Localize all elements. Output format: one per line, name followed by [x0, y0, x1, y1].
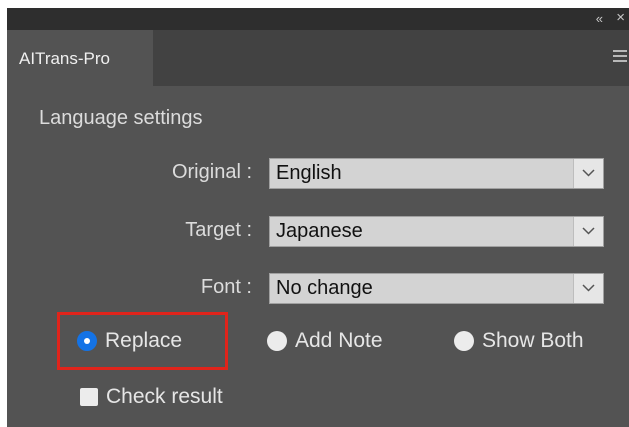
highlight-annotation-box: [57, 312, 228, 370]
check-result-checkbox[interactable]: Check result: [80, 385, 223, 409]
close-icon[interactable]: ×: [616, 9, 625, 26]
radio-show-both[interactable]: Show Both: [454, 329, 584, 353]
chevron-down-icon[interactable]: [573, 217, 603, 246]
collapse-icon[interactable]: «: [596, 11, 603, 26]
radio-unselected-icon[interactable]: [267, 331, 287, 351]
radio-show-both-label: Show Both: [482, 329, 584, 352]
target-language-value: Japanese: [276, 220, 363, 242]
radio-add-note[interactable]: Add Note: [267, 329, 383, 353]
check-result-label: Check result: [106, 385, 223, 408]
tab-bar: AITrans-Pro: [7, 30, 629, 86]
chevron-down-icon[interactable]: [573, 274, 603, 303]
original-language-value: English: [276, 162, 342, 184]
panel-menu-icon[interactable]: [613, 50, 627, 63]
panel-titlebar: « ×: [7, 8, 629, 30]
original-language-select[interactable]: English: [269, 158, 604, 189]
font-label: Font :: [200, 276, 252, 298]
section-title: Language settings: [39, 107, 203, 129]
chevron-down-icon[interactable]: [573, 159, 603, 188]
checkbox-unchecked-icon[interactable]: [80, 388, 98, 406]
radio-unselected-icon[interactable]: [454, 331, 474, 351]
original-label: Original :: [171, 161, 252, 183]
font-select[interactable]: No change: [269, 273, 604, 304]
tab-aitrans-pro[interactable]: AITrans-Pro: [7, 30, 153, 86]
font-value: No change: [276, 277, 373, 299]
target-label: Target :: [185, 219, 252, 241]
plugin-panel: « × AITrans-Pro Language settings Origin…: [7, 8, 629, 427]
radio-add-note-label: Add Note: [295, 329, 383, 352]
target-language-select[interactable]: Japanese: [269, 216, 604, 247]
